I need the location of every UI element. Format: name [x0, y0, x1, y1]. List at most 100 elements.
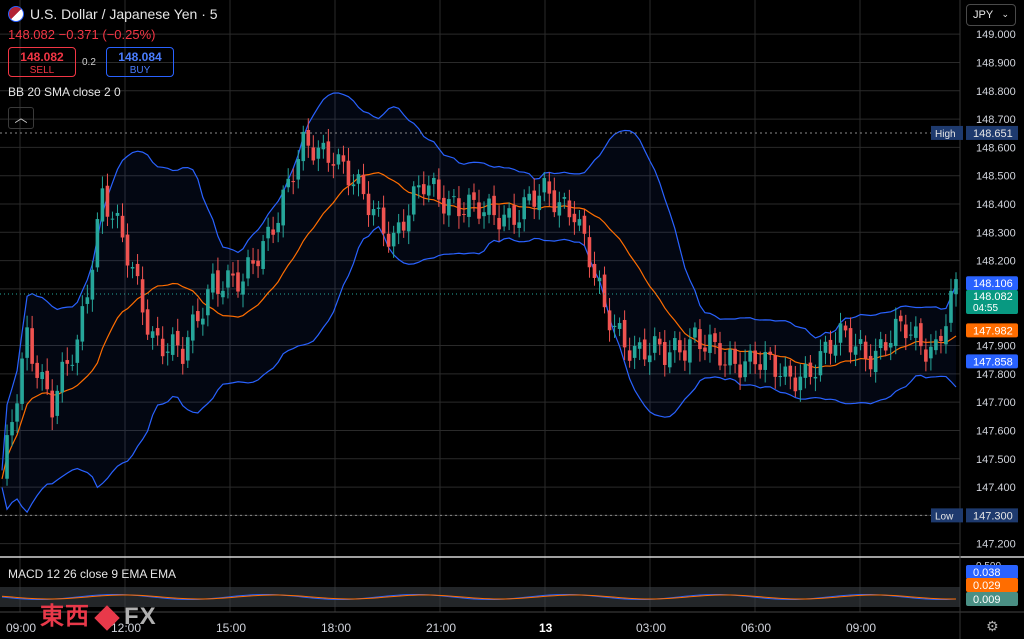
y-tick-label: 147.900: [976, 341, 1016, 353]
candle-body: [175, 330, 180, 346]
candle-body: [728, 349, 732, 366]
candle-body: [25, 327, 29, 358]
buy-label: BUY: [129, 65, 151, 76]
candle-body: [437, 179, 441, 200]
symbol-header: U.S. Dollar / Japanese Yen · 5: [8, 6, 218, 22]
candle-body: [211, 273, 215, 293]
candle-body: [572, 213, 577, 223]
candle-body: [818, 351, 823, 376]
candle-body: [582, 215, 587, 234]
candle-body: [125, 234, 130, 266]
bb-upper-tag: 148.106: [973, 278, 1013, 290]
candle-body: [311, 147, 316, 161]
candle-body: [261, 241, 265, 269]
x-tick-label: 21:00: [426, 621, 456, 635]
candle-body: [567, 200, 572, 218]
candle-body: [80, 306, 85, 342]
candle-body: [763, 351, 767, 370]
candle-body: [898, 315, 903, 322]
candle-body: [637, 342, 642, 349]
candle-body: [346, 160, 351, 186]
histogram-value-tag: 0.009: [973, 594, 1001, 606]
candle-body: [366, 193, 371, 216]
candle-body: [617, 323, 622, 329]
candle-body: [160, 338, 165, 357]
candle-body: [10, 422, 14, 436]
candle-body: [924, 349, 928, 362]
candle-body: [331, 164, 336, 166]
candle-body: [170, 334, 175, 355]
price-chart[interactable]: 149.000 148.900 148.800 148.700 148.600 148.5…: [0, 0, 1024, 639]
macd-indicator-label[interactable]: MACD 12 26 close 9 EMA EMA: [8, 567, 176, 581]
candle-body: [949, 290, 953, 323]
candle-body: [662, 342, 667, 365]
candle-body: [180, 348, 185, 364]
candle-body: [512, 205, 516, 225]
candle-body: [60, 361, 65, 393]
sell-button[interactable]: 148.082 SELL: [8, 47, 76, 77]
candle-body: [552, 190, 557, 213]
y-tick-label: 148.900: [976, 57, 1016, 69]
candle-body: [803, 363, 808, 378]
candle-body: [888, 342, 893, 348]
y-tick-label: 148.800: [976, 86, 1016, 98]
bb-indicator-label[interactable]: BB 20 SMA close 2 0: [8, 85, 121, 99]
candle-body: [266, 226, 270, 239]
watermark-logo: 東西 FX: [40, 603, 157, 631]
candle-body: [868, 355, 873, 370]
candle-body: [853, 346, 858, 355]
buy-button[interactable]: 148.084 BUY: [106, 47, 174, 77]
candle-body: [497, 217, 501, 230]
gear-icon[interactable]: ⚙: [986, 618, 999, 635]
y-tick-label: 148.200: [976, 256, 1016, 268]
x-tick-label: 18:00: [321, 621, 351, 635]
candle-body: [954, 279, 958, 295]
candle-body: [50, 390, 55, 418]
candle-body: [201, 318, 205, 325]
candle-body: [743, 361, 747, 378]
candle-body: [753, 350, 757, 365]
candle-body: [929, 346, 933, 359]
candle-body: [296, 159, 301, 180]
y-tick-label: 147.500: [976, 454, 1016, 466]
y-tick-label: 148.300: [976, 227, 1016, 239]
candle-body: [371, 209, 376, 216]
candle-body: [271, 229, 275, 235]
currency-select[interactable]: JPY ⌄: [966, 4, 1016, 26]
candle-body: [391, 232, 396, 247]
candle-body: [823, 341, 828, 353]
candle-body: [607, 310, 612, 331]
candle-body: [487, 198, 491, 215]
x-tick-label: 03:00: [636, 621, 666, 635]
candle-body: [783, 366, 788, 377]
candle-body: [657, 338, 662, 345]
candle-body: [376, 207, 381, 209]
candle-body: [944, 326, 948, 345]
candle-body: [276, 222, 280, 233]
candle-body: [386, 233, 391, 247]
candle-body: [517, 222, 521, 228]
sell-label: SELL: [29, 65, 55, 76]
candle-body: [306, 130, 311, 146]
candle-body: [537, 195, 542, 211]
candle-body: [316, 147, 321, 159]
candle-body: [447, 199, 451, 216]
candle-body: [226, 270, 230, 288]
change-value: −0.371 (−0.25%): [58, 27, 156, 42]
candle-body: [893, 318, 898, 347]
candle-body: [140, 279, 145, 313]
candle-body: [5, 435, 9, 479]
candle-body: [678, 340, 682, 353]
candle-body: [622, 319, 627, 348]
collapse-chevron-icon[interactable]: ︿: [8, 107, 34, 129]
candle-body: [723, 364, 727, 366]
candle-body: [773, 355, 778, 377]
candle-body: [55, 390, 60, 416]
high-tag-label: High: [935, 129, 956, 140]
candle-body: [90, 269, 95, 300]
candle-body: [135, 263, 140, 277]
candle-body: [251, 260, 255, 264]
buy-price: 148.084: [118, 50, 162, 64]
candle-body: [110, 218, 115, 220]
candle-body: [713, 333, 717, 342]
